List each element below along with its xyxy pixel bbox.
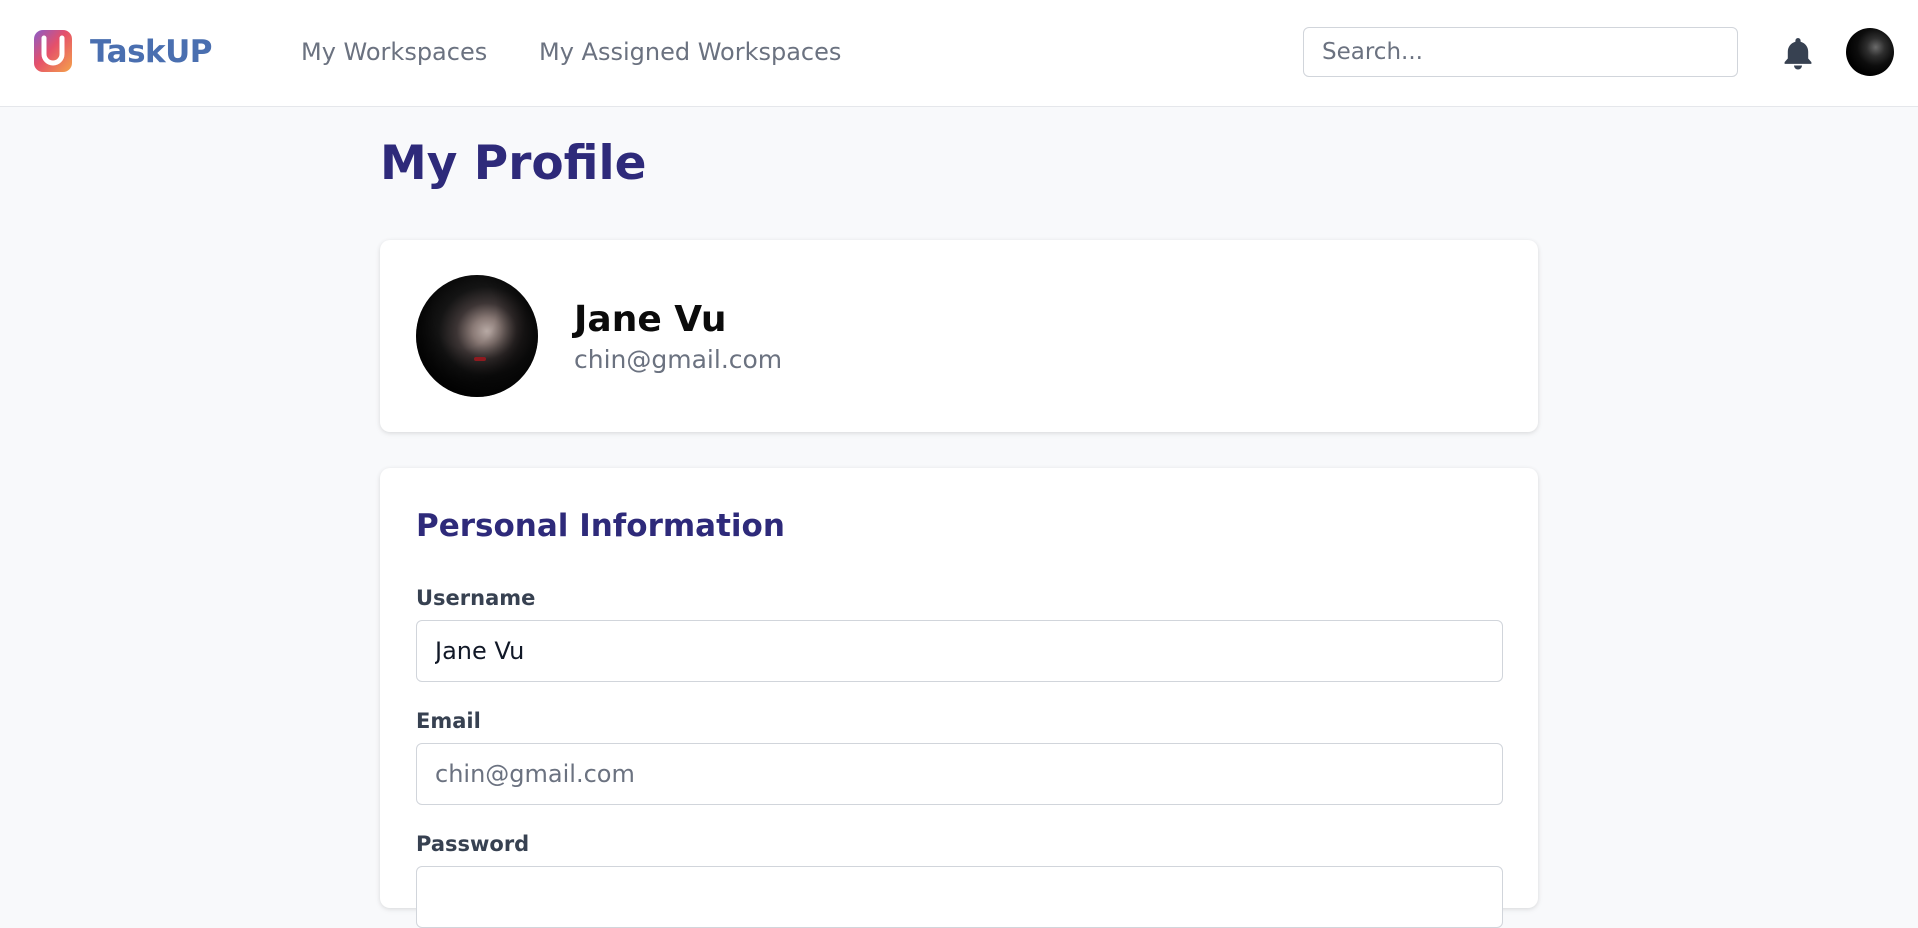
email-label: Email bbox=[416, 709, 481, 733]
profile-email: chin@gmail.com bbox=[574, 345, 783, 374]
password-field[interactable] bbox=[416, 866, 1503, 928]
email-field[interactable] bbox=[416, 743, 1503, 805]
user-avatar[interactable] bbox=[1846, 28, 1894, 76]
search-input[interactable] bbox=[1303, 27, 1738, 77]
taskup-logo-icon[interactable] bbox=[33, 29, 73, 75]
nav-my-workspaces[interactable]: My Workspaces bbox=[301, 33, 487, 71]
password-label: Password bbox=[416, 832, 530, 856]
bell-icon[interactable] bbox=[1783, 36, 1813, 70]
section-title: Personal Information bbox=[416, 508, 785, 544]
username-field[interactable] bbox=[416, 620, 1503, 682]
username-label: Username bbox=[416, 586, 536, 610]
profile-name: Jane Vu bbox=[574, 299, 727, 340]
personal-information-card: Personal Information Username Email Pass… bbox=[380, 468, 1538, 928]
avatar-shading bbox=[416, 275, 538, 397]
page-title: My Profile bbox=[380, 136, 647, 191]
nav-my-assigned-workspaces[interactable]: My Assigned Workspaces bbox=[539, 33, 841, 71]
brand-name[interactable]: TaskUP bbox=[90, 30, 213, 74]
profile-summary-card: Jane Vu chin@gmail.com bbox=[380, 240, 1538, 432]
top-navbar: TaskUP My Workspaces My Assigned Workspa… bbox=[0, 0, 1918, 107]
profile-avatar[interactable] bbox=[416, 275, 538, 397]
avatar-detail bbox=[474, 357, 486, 361]
